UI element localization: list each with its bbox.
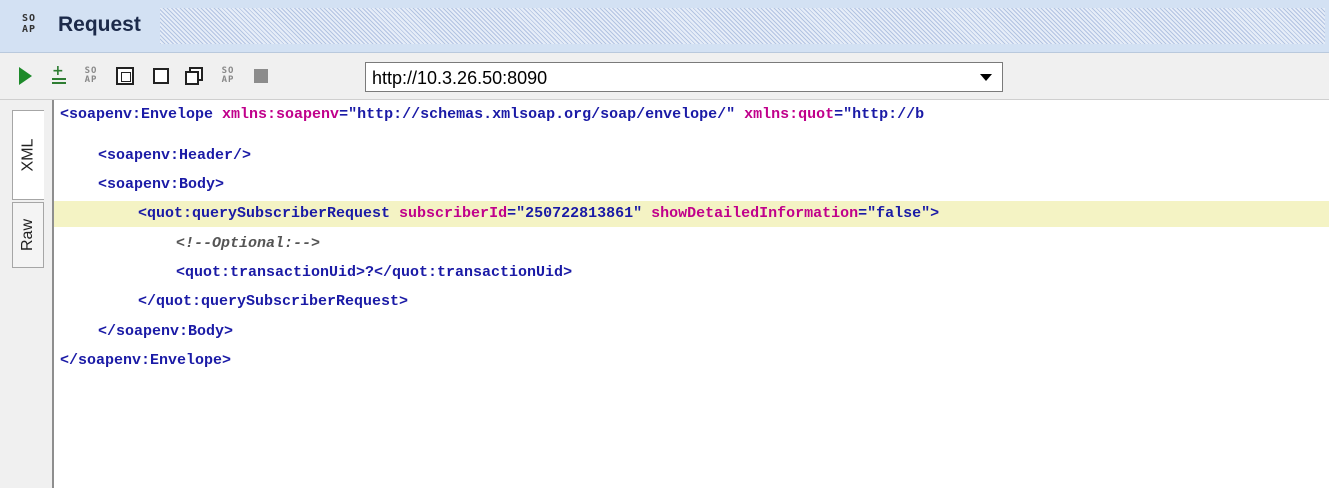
xml-attribute: subscriberId bbox=[390, 205, 508, 222]
xml-attribute-value: ="http://schemas.xmlsoap.org/soap/envelo… bbox=[339, 106, 736, 123]
xml-line-envelope-open: <soapenv:Envelope xmlns:soapenv="http://… bbox=[54, 102, 1329, 128]
xml-attribute: xmlns:quot bbox=[735, 106, 835, 123]
submit-request-button[interactable] bbox=[14, 65, 36, 87]
tab-xml-label: XML bbox=[19, 138, 37, 172]
play-icon bbox=[18, 67, 32, 85]
soap-version-button[interactable]: SO AP bbox=[80, 65, 102, 87]
panel-title: Request bbox=[58, 13, 141, 36]
xml-line-envelope-close: </soapenv:Envelope> bbox=[54, 348, 1329, 374]
soap-mini-bottom: AP bbox=[84, 75, 98, 85]
xml-tag: <soapenv:Header/> bbox=[98, 147, 252, 164]
tab-raw[interactable]: Raw bbox=[12, 202, 44, 268]
xml-line-header: <soapenv:Header/> bbox=[54, 143, 1329, 169]
xml-line-transaction: <quot:transactionUid>?</quot:transaction… bbox=[54, 260, 1329, 286]
xml-tag: <quot:transactionUid>?</quot:transaction… bbox=[176, 264, 573, 281]
soap-options-button[interactable]: SO AP bbox=[217, 65, 239, 87]
xml-line-request-close: </quot:querySubscriberRequest> bbox=[54, 289, 1329, 315]
maximize-editor-button[interactable] bbox=[150, 65, 172, 87]
toggle-panel-button[interactable] bbox=[114, 65, 136, 87]
cancel-request-button[interactable] bbox=[250, 65, 272, 87]
soap-icon-top: SO bbox=[22, 13, 37, 24]
xml-editor[interactable]: <soapenv:Envelope xmlns:soapenv="http://… bbox=[52, 100, 1329, 488]
request-panel-titlebar: SO AP Request bbox=[0, 0, 1329, 53]
xml-tag: </quot:querySubscriberRequest> bbox=[138, 293, 409, 310]
xml-tag: </soapenv:Envelope> bbox=[60, 352, 232, 369]
xml-line-request-open: <quot:querySubscriberRequest subscriberI… bbox=[54, 201, 1329, 227]
clone-request-button[interactable] bbox=[183, 65, 205, 87]
square-icon bbox=[153, 68, 169, 84]
xml-attribute-value: ="http://b bbox=[834, 106, 925, 123]
copy-icon bbox=[185, 67, 203, 85]
soap-mini-icon-2: SO AP bbox=[222, 67, 235, 85]
stop-icon bbox=[254, 69, 268, 83]
endpoint-select[interactable]: http://10.3.26.50:8090 bbox=[365, 62, 1003, 92]
soap-icon-bottom: AP bbox=[22, 24, 37, 35]
xml-tag: <quot:querySubscriberRequest bbox=[138, 205, 391, 222]
add-wss-header-button[interactable]: + bbox=[48, 64, 70, 87]
xml-tag: <soapenv:Envelope bbox=[60, 106, 214, 123]
split-view-icon bbox=[116, 67, 134, 85]
xml-line-body-close: </soapenv:Body> bbox=[54, 319, 1329, 345]
tab-raw-label: Raw bbox=[19, 218, 37, 252]
xml-attribute: xmlns:soapenv bbox=[213, 106, 340, 123]
soap-mini-bottom: AP bbox=[221, 75, 235, 85]
chevron-down-icon[interactable] bbox=[980, 74, 992, 81]
xml-tag: </soapenv:Body> bbox=[98, 323, 234, 340]
xml-comment: <!--Optional:--> bbox=[176, 235, 321, 252]
titlebar-drag-area[interactable] bbox=[160, 8, 1325, 44]
soap-mini-icon: SO AP bbox=[85, 67, 98, 85]
add-list-icon: + bbox=[52, 64, 66, 86]
xml-attribute-value: ="false"> bbox=[858, 205, 940, 222]
tab-xml[interactable]: XML bbox=[12, 110, 44, 200]
xml-line-comment: <!--Optional:--> bbox=[54, 231, 1329, 257]
xml-attribute: showDetailedInformation bbox=[642, 205, 859, 222]
xml-line-body-open: <soapenv:Body> bbox=[54, 172, 1329, 198]
xml-tag: <soapenv:Body> bbox=[98, 176, 225, 193]
soap-icon: SO AP bbox=[22, 13, 44, 37]
endpoint-value: http://10.3.26.50:8090 bbox=[372, 68, 548, 88]
xml-attribute-value: ="250722813861" bbox=[507, 205, 643, 222]
editor-view-tabs: XML Raw bbox=[0, 100, 52, 488]
